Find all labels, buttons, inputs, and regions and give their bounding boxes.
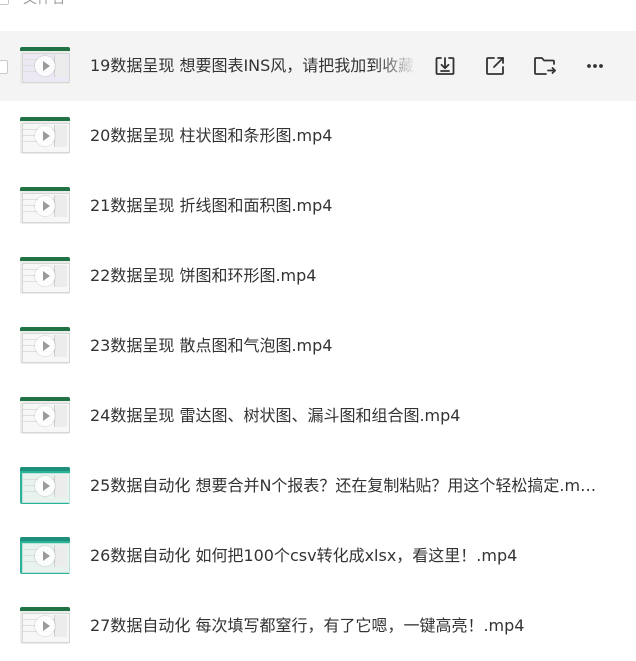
play-icon	[35, 266, 55, 286]
select-all-checkbox[interactable]	[0, 0, 9, 5]
play-icon	[35, 336, 55, 356]
file-row[interactable]: 26数据自动化 如何把100个csv转化成xlsx，看这里！.mp4	[0, 521, 636, 591]
file-list: 19数据呈现 想要图表INS风，请把我加到收藏 20数据呈现 柱状图和条形图.mp…	[0, 31, 636, 661]
file-row[interactable]: 21数据呈现 折线图和面积图.mp4	[0, 171, 636, 241]
video-thumbnail[interactable]	[20, 607, 70, 644]
file-row[interactable]: 19数据呈现 想要图表INS风，请把我加到收藏	[0, 31, 636, 101]
play-icon	[35, 196, 55, 216]
share-icon[interactable]	[482, 53, 508, 79]
play-icon	[35, 546, 55, 566]
file-list-page: 文件名 19数据呈现 想要图表INS风，请把我加到收藏 20数据呈现 柱状图和条形…	[0, 0, 636, 661]
video-thumbnail[interactable]	[20, 537, 70, 574]
file-name[interactable]: 19数据呈现 想要图表INS风，请把我加到收藏	[90, 55, 416, 77]
file-name[interactable]: 26数据自动化 如何把100个csv转化成xlsx，看这里！.mp4	[90, 545, 600, 567]
file-row[interactable]: 24数据呈现 雷达图、树状图、漏斗图和组合图.mp4	[0, 381, 636, 451]
video-thumbnail[interactable]	[20, 257, 70, 294]
video-thumbnail[interactable]	[20, 397, 70, 434]
video-thumbnail[interactable]	[20, 117, 70, 154]
play-icon	[35, 476, 55, 496]
video-thumbnail[interactable]	[20, 47, 70, 84]
row-actions	[432, 53, 608, 79]
more-icon[interactable]	[582, 53, 608, 79]
play-icon	[35, 126, 55, 146]
file-name[interactable]: 21数据呈现 折线图和面积图.mp4	[90, 195, 600, 217]
list-header: 文件名	[0, 0, 636, 10]
row-checkbox[interactable]	[0, 60, 8, 74]
download-icon[interactable]	[432, 53, 458, 79]
play-icon	[35, 406, 55, 426]
video-thumbnail[interactable]	[20, 327, 70, 364]
file-row[interactable]: 22数据呈现 饼图和环形图.mp4	[0, 241, 636, 311]
file-name[interactable]: 25数据自动化 想要合并N个报表？还在复制粘贴？用这个轻松搞定.mp4	[90, 475, 600, 497]
play-icon	[35, 616, 55, 636]
video-thumbnail[interactable]	[20, 467, 70, 504]
play-icon	[35, 56, 55, 76]
file-row[interactable]: 25数据自动化 想要合并N个报表？还在复制粘贴？用这个轻松搞定.mp4	[0, 451, 636, 521]
file-name[interactable]: 27数据自动化 每次填写都窒行，有了它嗯，一键高亮！.mp4	[90, 615, 600, 637]
move-to-folder-icon[interactable]	[532, 53, 558, 79]
file-name[interactable]: 24数据呈现 雷达图、树状图、漏斗图和组合图.mp4	[90, 405, 600, 427]
file-name[interactable]: 20数据呈现 柱状图和条形图.mp4	[90, 125, 600, 147]
file-row[interactable]: 20数据呈现 柱状图和条形图.mp4	[0, 101, 636, 171]
column-header-filename[interactable]: 文件名	[23, 0, 65, 8]
video-thumbnail[interactable]	[20, 187, 70, 224]
file-name[interactable]: 22数据呈现 饼图和环形图.mp4	[90, 265, 600, 287]
file-row[interactable]: 27数据自动化 每次填写都窒行，有了它嗯，一键高亮！.mp4	[0, 591, 636, 661]
file-row[interactable]: 23数据呈现 散点图和气泡图.mp4	[0, 311, 636, 381]
file-name[interactable]: 23数据呈现 散点图和气泡图.mp4	[90, 335, 600, 357]
